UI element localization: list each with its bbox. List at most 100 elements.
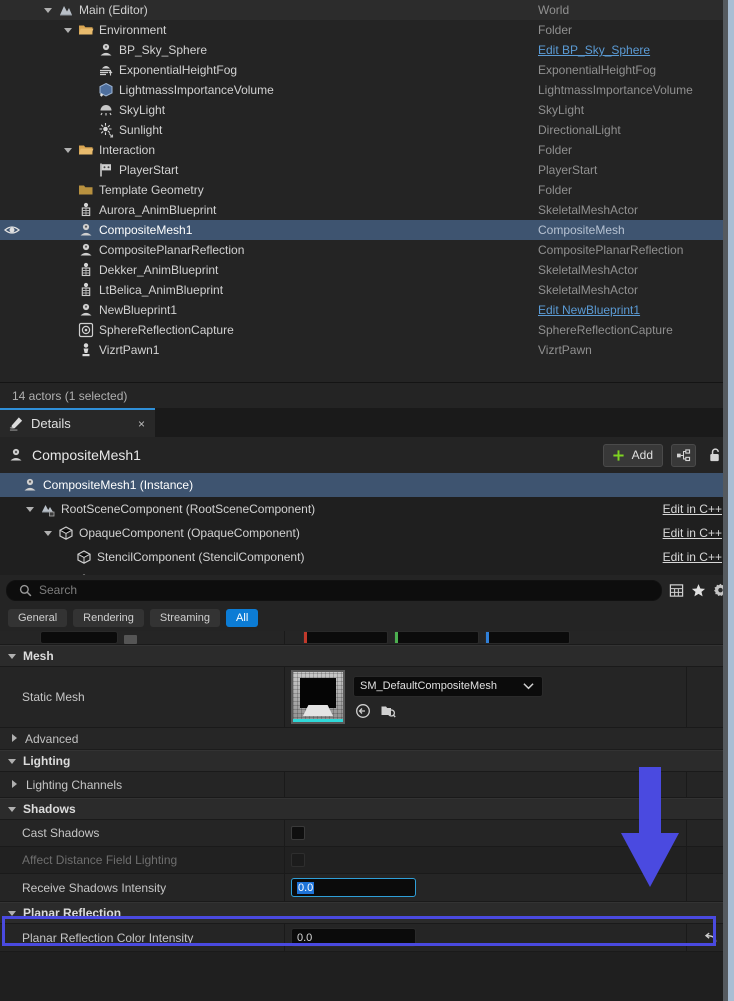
window-right-edge [728, 0, 734, 1001]
lighting-channels-name[interactable]: Lighting Channels [0, 772, 285, 797]
outliner-row-name: CompositePlanarReflection [24, 242, 538, 258]
outliner-row-name: ExponentialHeightFog [24, 62, 538, 78]
edit-in-cpp-link[interactable]: Edit in C++ [663, 574, 722, 575]
category-planar-reflection[interactable]: Planar Reflection [0, 902, 734, 924]
outliner-row-type: World [538, 3, 734, 17]
twisty-spacer [64, 226, 73, 235]
outliner-row[interactable]: Template GeometryFolder [0, 180, 734, 200]
outliner-row-type: CompositeMesh [538, 223, 734, 237]
outliner-row[interactable]: BP_Sky_Sphere Edit BP_Sky_Sphere [0, 40, 734, 60]
chevron-down-icon[interactable] [44, 6, 53, 15]
component-tree-row[interactable]: RootSceneComponent (RootSceneComponent)E… [0, 497, 734, 521]
property-row-static-mesh: Static Mesh SM_DefaultCompositeMesh [0, 667, 734, 728]
outliner-row-name: Sunlight [24, 122, 538, 138]
static-mesh-dropdown[interactable]: SM_DefaultCompositeMesh [353, 676, 543, 697]
tab-details[interactable]: Details × [0, 408, 155, 437]
visibility-eye-icon[interactable] [0, 222, 24, 238]
twisty-spacer [84, 46, 93, 55]
outliner-row[interactable]: Main (Editor)World [0, 0, 734, 20]
outliner-row-label: VizrtPawn1 [99, 343, 159, 357]
component-tree-row[interactable]: StencilComponent (StencilComponent)Edit … [0, 545, 734, 569]
filter-chip-all[interactable]: All [226, 609, 258, 627]
outliner-row-type: PlayerStart [538, 163, 734, 177]
outliner-row[interactable]: Dekker_AnimBlueprintSkeletalMeshActor [0, 260, 734, 280]
outliner-row[interactable]: CompositePlanarReflectionCompositePlanar… [0, 240, 734, 260]
category-mesh[interactable]: Mesh [0, 645, 734, 667]
plus-icon [611, 447, 627, 463]
outliner-edit-link[interactable]: Edit NewBlueprint1 [538, 303, 734, 317]
planar-color-intensity-input[interactable]: 0.0 [291, 928, 416, 947]
outliner-row[interactable]: CompositeMesh1CompositeMesh [0, 220, 734, 240]
advanced-label: Advanced [25, 732, 78, 746]
outliner-row-label: BP_Sky_Sphere [119, 43, 207, 57]
outliner-row[interactable]: PlayerStart PlayerStart [0, 160, 734, 180]
details-tab-bar: Details × [0, 408, 734, 437]
actor-count-label: 14 actors (1 selected) [12, 389, 127, 403]
twisty-spacer [64, 306, 73, 315]
chevron-down-icon[interactable] [44, 529, 53, 538]
receive-shadows-intensity-input[interactable]: 0.0 [291, 878, 416, 897]
outliner-row[interactable]: LightmassImportanceVolumeLightmassImport… [0, 80, 734, 100]
component-tree-row[interactable]: CompositeMesh1 (Instance) [0, 473, 734, 497]
outliner-row[interactable]: SkyLightSkyLight [0, 100, 734, 120]
browse-back-icon[interactable] [355, 703, 371, 719]
vector-x-field[interactable] [303, 631, 388, 644]
outliner-row[interactable]: VizrtPawn1VizrtPawn [0, 340, 734, 360]
outliner-edit-link[interactable]: Edit BP_Sky_Sphere [538, 43, 734, 57]
table-view-icon[interactable] [668, 582, 684, 598]
blueprint-actor-icon [78, 242, 94, 258]
static-mesh-label: Static Mesh [0, 667, 285, 727]
static-mesh-thumbnail[interactable] [291, 670, 345, 724]
outliner-row[interactable]: Aurora_AnimBlueprintSkeletalMeshActor [0, 200, 734, 220]
skeletal-mesh-icon [78, 202, 94, 218]
category-lighting[interactable]: Lighting [0, 750, 734, 772]
outliner-row[interactable]: SunlightDirectionalLight [0, 120, 734, 140]
affect-dfl-checkbox[interactable] [291, 853, 305, 867]
volume-icon [98, 82, 114, 98]
outliner-row[interactable]: NewBlueprint1Edit NewBlueprint1 [0, 300, 734, 320]
mesh-controls: SM_DefaultCompositeMesh [353, 676, 543, 719]
outliner-row[interactable]: LtBelica_AnimBlueprintSkeletalMeshActor [0, 280, 734, 300]
chevron-down-icon[interactable] [64, 26, 73, 35]
edit-in-cpp-link[interactable]: Edit in C++ [663, 526, 722, 540]
cast-shadows-checkbox[interactable] [291, 826, 305, 840]
outliner-row-type: Folder [538, 183, 734, 197]
outliner-row[interactable]: InteractionFolder [0, 140, 734, 160]
category-shadows[interactable]: Shadows [0, 798, 734, 820]
chevron-down-icon[interactable] [64, 146, 73, 155]
vector-z-field[interactable] [485, 631, 570, 644]
thumbnail-shape [300, 678, 336, 708]
vector-y-field[interactable] [394, 631, 479, 644]
chevron-down-icon [8, 909, 17, 918]
outliner-row[interactable]: EnvironmentFolder [0, 20, 734, 40]
mesh-component-icon [76, 573, 92, 575]
chevron-down-icon[interactable] [26, 505, 35, 514]
component-tree-row[interactable]: TranslucentComponent (TranslucentCompone… [0, 569, 734, 575]
filter-chip-rendering[interactable]: Rendering [73, 609, 144, 627]
component-tree-row[interactable]: OpaqueComponent (OpaqueComponent)Edit in… [0, 521, 734, 545]
lighting-channels-value [285, 772, 686, 797]
outliner-row[interactable]: ExponentialHeightFogExponentialHeightFog [0, 60, 734, 80]
category-shadows-label: Shadows [23, 802, 76, 816]
filter-chip-general[interactable]: General [8, 609, 67, 627]
blueprint-graph-button[interactable] [671, 444, 696, 467]
favorites-star-icon[interactable] [690, 582, 706, 598]
subcategory-advanced[interactable]: Advanced [0, 728, 734, 750]
clipped-dropdown[interactable] [40, 631, 118, 644]
add-component-button[interactable]: Add [603, 444, 663, 467]
filter-chip-streaming[interactable]: Streaming [150, 609, 220, 627]
outliner-row-label: PlayerStart [119, 163, 178, 177]
search-input[interactable]: Search [6, 580, 662, 601]
edit-in-cpp-link[interactable]: Edit in C++ [663, 502, 722, 516]
clipped-lock-icon[interactable] [124, 635, 137, 644]
edit-in-cpp-link[interactable]: Edit in C++ [663, 550, 722, 564]
search-placeholder: Search [39, 583, 77, 597]
outliner-row-name: Environment [24, 22, 538, 38]
browse-to-asset-icon[interactable] [380, 703, 396, 719]
outliner-row-name: Template Geometry [24, 182, 538, 198]
close-icon[interactable]: × [120, 417, 145, 431]
outliner-row-type: LightmassImportanceVolume [538, 83, 734, 97]
outliner-row[interactable]: SphereReflectionCaptureSphereReflectionC… [0, 320, 734, 340]
reset-to-default-icon[interactable] [703, 930, 719, 946]
filter-chip-group: General Rendering Streaming All [8, 609, 258, 627]
